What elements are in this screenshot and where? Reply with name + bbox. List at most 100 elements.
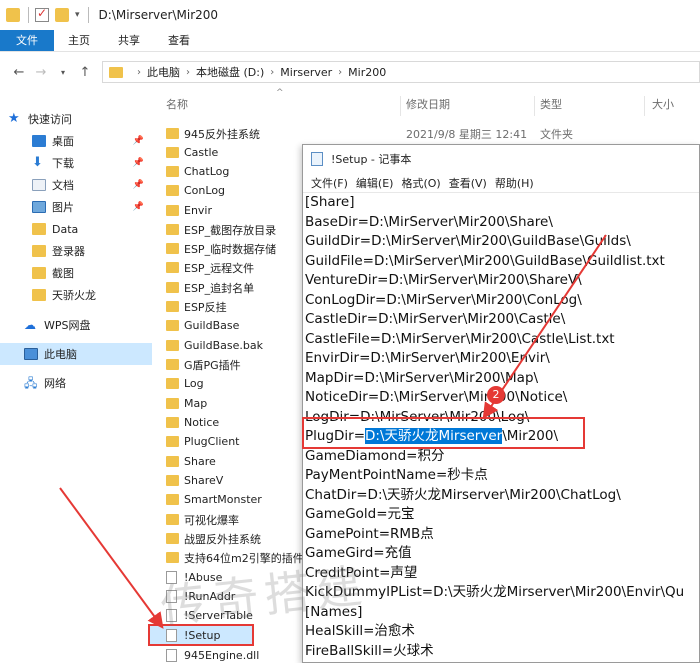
list-item[interactable]: GuildBase [166,316,306,335]
list-item[interactable]: Notice [166,413,306,432]
tab-share[interactable]: 共享 [104,30,154,51]
list-item[interactable]: GuildBase.bak [166,336,306,355]
folder-icon [166,224,179,235]
list-item[interactable]: 945Engine.dll [166,646,306,663]
list-item[interactable]: ShareV [166,471,306,490]
list-item[interactable]: PlugClient [166,432,306,451]
list-item[interactable]: ESP反挂 [166,297,306,316]
properties-icon[interactable] [35,6,49,22]
list-item[interactable]: 945反外挂系统 [166,124,306,143]
list-item[interactable]: !ServerTable [166,606,306,625]
file-icon [166,590,177,603]
sidebar-item-label: 此电脑 [44,348,77,361]
list-item[interactable]: !RunAddr [166,587,306,606]
documents-icon [32,179,46,191]
list-item[interactable]: 支持64位m2引擎的插件 [166,548,306,567]
dll-file-icon [166,649,177,662]
menu-file[interactable]: 文件(F) [311,175,348,191]
ribbon-tabs: 文件 主页 共享 查看 [0,30,700,52]
list-item[interactable]: Castle [166,143,306,162]
text-line: CastleDir=D:\MirServer\Mir200\Castle\ [305,311,566,327]
sidebar-item-launcher[interactable]: 登录器 [0,240,152,262]
text-line: MapDir=D:\MirServer\Mir200\Map\ [305,369,539,386]
folder-icon [32,245,46,257]
breadcrumb-this-pc[interactable]: 此电脑 [147,64,180,80]
sidebar-item-tianjiao-huolong[interactable]: 天骄火龙 [0,284,152,306]
menu-format[interactable]: 格式(O) [401,175,440,191]
menu-edit[interactable]: 编辑(E) [356,175,394,191]
column-header-type[interactable]: 类型 [540,96,562,114]
list-item[interactable]: 战盟反外挂系统 [166,529,306,548]
column-divider[interactable] [534,96,535,116]
pin-icon[interactable]: 📌 [133,180,144,190]
sidebar-item-label: 网络 [44,377,66,390]
menu-view[interactable]: 查看(V) [449,175,487,191]
sidebar-item-desktop[interactable]: 桌面 📌 [0,130,152,152]
folder-icon [109,66,123,78]
selected-text[interactable]: D:\天骄火龙Mirserver [365,428,503,444]
sidebar-item-network[interactable]: 🖧 网络 [0,372,152,394]
recent-chevron-icon[interactable]: ▾ [52,68,74,77]
menu-help[interactable]: 帮助(H) [495,175,534,191]
folder-icon [166,514,179,525]
file-date: 2021/9/8 星期三 12:41 [406,128,528,141]
folder-icon [166,320,179,331]
breadcrumb-mir200[interactable]: Mir200 [348,66,386,79]
column-header-name[interactable]: 名称 [166,96,188,114]
folder-icon [166,166,179,177]
list-item[interactable]: ESP_远程文件 [166,258,306,277]
notepad-title-bar[interactable]: !Setup - 记事本 [303,145,699,173]
address-field[interactable]: › 此电脑 › 本地磁盘 (D:) › Mirserver › Mir200 [102,61,700,83]
sidebar-item-quick-access[interactable]: ★ 快速访问 [0,108,152,130]
notepad-text-area[interactable]: [Share] BaseDir=D:\MirServer\Mir200\Shar… [305,193,699,661]
list-item[interactable]: Log [166,374,306,393]
forward-arrow-icon[interactable]: → [30,65,52,80]
sidebar-item-label: 图片 [52,201,74,214]
list-item[interactable]: SmartMonster [166,490,306,509]
sidebar-item-label: Data [52,222,79,236]
network-icon: 🖧 [24,376,38,390]
column-header-size[interactable]: 大小 [652,96,674,114]
text-line: VentureDir=D:\MirServer\Mir200\ShareV\ [305,272,582,288]
sidebar-item-data[interactable]: Data [0,218,152,240]
column-header-date[interactable]: 修改日期 [406,96,450,114]
folder-icon [166,456,179,467]
tab-view[interactable]: 查看 [154,30,204,51]
text-line: GamePoint=RMB点 [305,525,434,542]
sidebar-item-wps-cloud[interactable]: ☁ WPS网盘 [0,314,152,336]
column-divider[interactable] [644,96,645,116]
list-item[interactable]: ConLog [166,181,306,200]
breadcrumb-drive-d[interactable]: 本地磁盘 (D:) [196,64,264,80]
sidebar-item-this-pc[interactable]: 此电脑 [0,343,152,365]
list-item-selected[interactable]: !Setup [148,624,254,646]
list-item[interactable]: !Abuse [166,568,306,587]
pin-icon[interactable]: 📌 [133,158,144,168]
pin-icon[interactable]: 📌 [133,202,144,212]
list-item[interactable]: G盾PG插件 [166,355,306,374]
tab-file[interactable]: 文件 [0,30,54,51]
list-item[interactable]: ESP_临时数据存储 [166,239,306,258]
sidebar-item-documents[interactable]: 文档 📌 [0,174,152,196]
tab-home[interactable]: 主页 [54,30,104,51]
list-item[interactable]: Map [166,394,306,413]
sidebar-item-screenshots[interactable]: 截图 [0,262,152,284]
column-divider[interactable] [400,96,401,116]
sidebar-item-downloads[interactable]: ⬇ 下载 📌 [0,152,152,174]
star-icon: ★ [8,111,20,126]
pin-icon[interactable]: 📌 [133,136,144,146]
list-item[interactable]: 可视化爆率 [166,510,306,529]
list-item[interactable]: ESP_追封名单 [166,278,306,297]
divider [87,7,89,23]
back-arrow-icon[interactable]: ← [8,65,30,80]
list-item[interactable]: Share [166,452,306,471]
text-line: EnvirDir=D:\MirServer\Mir200\Envir\ [305,350,550,366]
new-folder-icon[interactable] [55,8,69,22]
sidebar-item-pictures[interactable]: 图片 📌 [0,196,152,218]
list-item[interactable]: Envir [166,201,306,220]
breadcrumb-mirserver[interactable]: Mirserver [280,66,332,79]
chevron-down-icon[interactable]: ▾ [75,10,80,20]
list-item[interactable]: ESP_截图存放目录 [166,220,306,239]
sidebar-item-label: 天骄火龙 [52,289,96,302]
up-arrow-icon[interactable]: ↑ [74,65,96,80]
list-item[interactable]: ChatLog [166,162,306,181]
